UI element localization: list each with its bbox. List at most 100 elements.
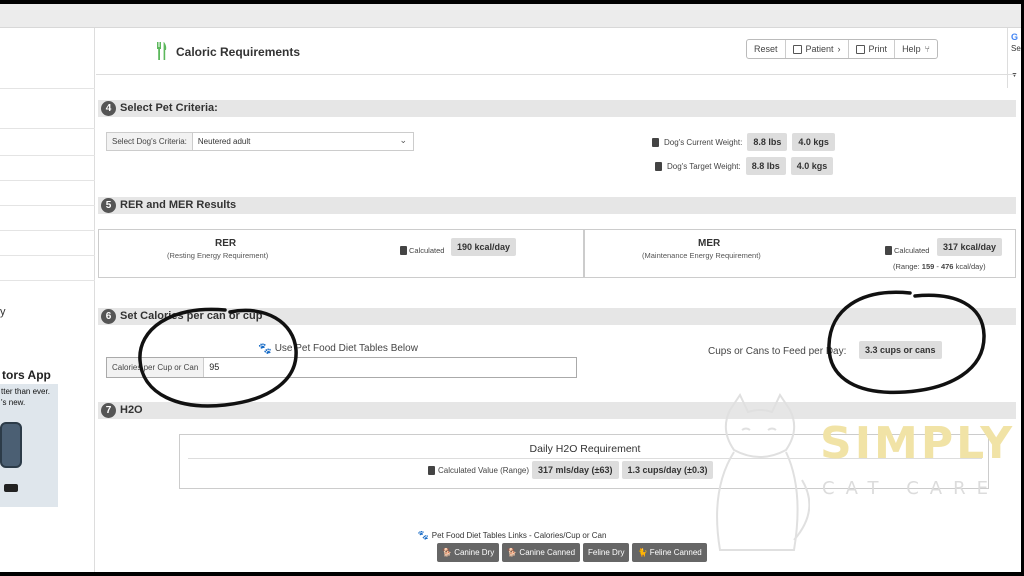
patient-label: Patient (805, 44, 834, 54)
sidebar-divider (0, 280, 95, 281)
section-5-header: 5 RER and MER Results (98, 197, 1016, 214)
use-tables-note: 🐾 Use Pet Food Diet Tables Below (258, 342, 418, 355)
toolbar: Reset Patient › Print Help ⑂ (746, 39, 938, 59)
current-weight-kgs: 4.0 kgs (792, 133, 835, 151)
calc-label-text: Calculated (894, 246, 930, 255)
ad-store-badge[interactable] (4, 484, 18, 492)
printer-icon (855, 44, 865, 54)
divider (188, 458, 982, 459)
section-7-header: 7 H2O (98, 402, 1016, 419)
cups-value: 3.3 cups or cans (859, 341, 942, 359)
range-low: 159 (921, 262, 935, 271)
ad-text: 's new. (1, 398, 26, 407)
calculator-icon (428, 465, 435, 475)
ad-text: tter than ever. (1, 387, 50, 396)
mer-calc-label: Calculated (885, 246, 929, 255)
range-sep: - (934, 262, 941, 271)
calories-input-group: Calories per Cup or Can 95 (106, 357, 577, 378)
browser-top-bar (0, 4, 1021, 28)
h2o-panel: Daily H2O Requirement Calculated Value (… (179, 434, 989, 489)
print-button[interactable]: Print (849, 40, 896, 58)
patient-icon (792, 44, 802, 54)
dog-criteria-select[interactable]: Select Dog's Criteria: Neutered adult ⌄ (106, 132, 414, 151)
sidebar-divider (0, 155, 95, 156)
calculator-icon (652, 137, 659, 147)
cat-icon: 🐈 (637, 548, 648, 557)
canine-canned-label: Canine Canned (519, 548, 576, 557)
section-number: 4 (101, 101, 116, 116)
h2o-cups-value: 1.3 cups/day (±0.3) (621, 461, 714, 479)
diet-table-links-title: 🐾 Pet Food Diet Tables Links - Calories/… (0, 530, 1024, 541)
mer-subtitle: (Maintenance Energy Requirement) (642, 251, 761, 260)
current-weight-label: Dog's Current Weight: (664, 137, 743, 147)
section-number: 6 (101, 309, 116, 324)
help-label: Help (902, 44, 921, 54)
calories-per-cup-input[interactable]: 95 (204, 358, 224, 377)
ad-banner[interactable]: tter than ever. 's new. (0, 384, 58, 507)
section-title: RER and MER Results (120, 199, 237, 211)
phone-icon (0, 422, 22, 468)
fork-knife-icon: ⑂ (924, 44, 930, 54)
range-high: 476 (940, 262, 954, 271)
reset-label: Reset (754, 44, 778, 54)
help-button[interactable]: Help ⑂ (895, 40, 937, 58)
links-title-text: Pet Food Diet Tables Links - Calories/Cu… (431, 531, 607, 540)
mer-range: (Range: 159 - 476 kcal/day) (893, 262, 986, 271)
h2o-mls-value: 317 mls/day (±63) (532, 461, 619, 479)
use-tables-text: Use Pet Food Diet Tables Below (274, 343, 418, 354)
mer-value: 317 kcal/day (937, 238, 1003, 256)
feline-dry-button[interactable]: Feline Dry (583, 543, 630, 562)
canine-dry-button[interactable]: 🐕 Canine Dry (437, 543, 500, 562)
select-value[interactable]: Neutered adult ⌄ (193, 133, 413, 150)
feline-canned-label: Feline Canned (649, 548, 702, 557)
rer-subtitle: (Resting Energy Requirement) (167, 251, 269, 260)
dog-icon: 🐕 (442, 548, 452, 557)
canine-canned-button[interactable]: 🐕 Canine Canned (502, 543, 581, 562)
ad-title: tors App (2, 368, 51, 382)
section-title: Select Pet Criteria: (120, 102, 218, 114)
reset-button[interactable]: Reset (747, 40, 786, 58)
mer-panel: MER (Maintenance Energy Requirement) Cal… (584, 229, 1016, 278)
target-weight-lbs: 8.8 lbs (745, 157, 786, 175)
page-title: Caloric Requirements (176, 45, 301, 59)
calculator-icon (655, 161, 662, 171)
rer-title: RER (215, 238, 237, 249)
chevron-down-icon[interactable]: ⌄ (399, 135, 407, 146)
target-weight-row: Dog's Target Weight: 8.8 lbs 4.0 kgs (655, 157, 834, 175)
feline-canned-button[interactable]: 🐈 Feline Canned (632, 543, 707, 562)
section-title: Set Calories per can or cup (120, 310, 263, 322)
dog-icon: 🐕 (507, 548, 518, 557)
rer-panel: RER (Resting Energy Requirement) Calcula… (98, 229, 584, 278)
section-6-header: 6 Set Calories per can or cup (98, 308, 1016, 325)
sidebar-divider (0, 180, 95, 181)
target-weight-kgs: 4.0 kgs (790, 157, 834, 175)
left-sidebar: y tors App tter than ever. 's new. (0, 28, 95, 572)
patient-button[interactable]: Patient › (786, 40, 849, 58)
section-4-header: 4 Select Pet Criteria: (98, 100, 1016, 117)
range-prefix: (Range: (893, 262, 922, 271)
sidebar-text-fragment: y (0, 306, 6, 318)
select-label: Select Dog's Criteria: (107, 133, 193, 150)
section-number: 7 (101, 403, 116, 418)
target-weight-label: Dog's Target Weight: (667, 161, 741, 171)
h2o-title: Daily H2O Requirement (529, 443, 641, 455)
rer-value: 190 kcal/day (451, 238, 517, 256)
print-label: Print (868, 44, 888, 54)
fork-knife-icon (157, 42, 167, 60)
paw-icon: 🐾 (417, 530, 429, 540)
sidebar-divider (0, 128, 95, 129)
chevron-right-icon: › (837, 44, 841, 54)
sidebar-divider (0, 88, 95, 89)
page-header: Caloric Requirements Reset Patient › Pri… (96, 34, 1016, 75)
sidebar-divider (0, 230, 95, 231)
diet-table-links: 🐕 Canine Dry 🐕 Canine Canned Feline Dry … (437, 543, 707, 562)
section-number: 5 (101, 198, 116, 213)
sidebar-divider (0, 205, 95, 206)
calculator-icon (400, 246, 407, 255)
mer-title: MER (698, 238, 721, 249)
current-weight-row: Dog's Current Weight: 8.8 lbs 4.0 kgs (652, 133, 835, 151)
range-suffix: kcal/day) (953, 262, 986, 271)
canine-dry-label: Canine Dry (454, 548, 495, 557)
calc-label-text: Calculated (409, 246, 445, 255)
calories-input-label: Calories per Cup or Can (107, 358, 205, 377)
